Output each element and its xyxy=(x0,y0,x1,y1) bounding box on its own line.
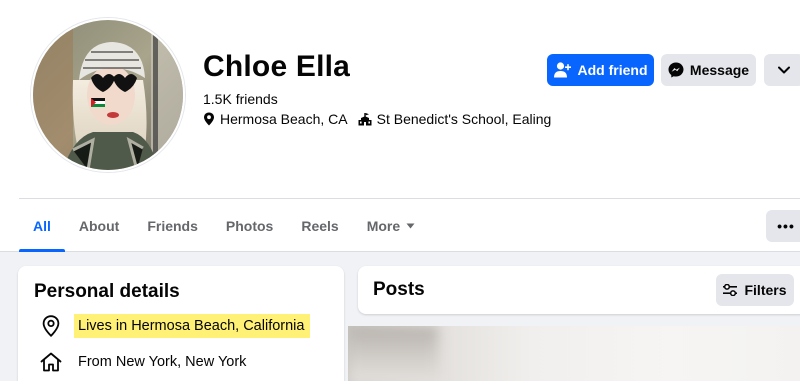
personal-details-title: Personal details xyxy=(34,281,180,302)
post-image-preview[interactable] xyxy=(348,326,800,381)
tab-friends[interactable]: Friends xyxy=(133,199,212,252)
caret-down-icon xyxy=(406,223,415,228)
filters-button[interactable]: Filters xyxy=(716,274,794,306)
location-pin-icon xyxy=(40,314,62,338)
school-item: St Benedict's School, Ealing xyxy=(358,111,552,127)
personal-details-card: Personal details Lives in Hermosa Beach,… xyxy=(18,266,344,381)
message-label: Message xyxy=(689,62,750,78)
posts-header-card: Posts Filters xyxy=(358,266,800,314)
profile-header: Chloe Ella 1.5K friends Hermosa Beach, C… xyxy=(0,0,800,252)
location-item: Hermosa Beach, CA xyxy=(203,111,348,127)
profile-tabs: All About Friends Photos Reels More xyxy=(19,199,429,252)
detail-text: Lives in Hermosa Beach, California xyxy=(74,314,311,338)
tab-label: Photos xyxy=(225,217,274,234)
filters-label: Filters xyxy=(744,282,787,298)
add-person-icon xyxy=(553,62,571,78)
detail-lives-in: Lives in Hermosa Beach, California xyxy=(40,314,311,338)
profile-meta: Hermosa Beach, CA St Benedict's School, … xyxy=(203,111,551,127)
location-pin-icon xyxy=(204,112,214,126)
messenger-icon xyxy=(668,62,684,78)
tab-label: More xyxy=(366,217,401,234)
avatar-image xyxy=(33,20,183,170)
tab-label: Friends xyxy=(147,217,198,234)
location-text: Hermosa Beach, CA xyxy=(220,111,348,127)
add-friend-button[interactable]: Add friend xyxy=(547,54,654,86)
tab-reels[interactable]: Reels xyxy=(287,199,352,252)
tab-about[interactable]: About xyxy=(65,199,133,252)
school-icon xyxy=(358,112,372,125)
chevron-down-icon xyxy=(778,66,790,74)
friends-count-link[interactable]: 1.5K friends xyxy=(203,91,278,107)
message-button[interactable]: Message xyxy=(661,54,756,86)
profile-name: Chloe Ella xyxy=(203,50,351,83)
home-icon xyxy=(40,350,62,374)
tab-more[interactable]: More xyxy=(353,199,429,252)
detail-from: From New York, New York xyxy=(40,350,246,374)
tab-label: All xyxy=(33,217,51,234)
add-friend-label: Add friend xyxy=(577,62,648,78)
detail-text: From New York, New York xyxy=(78,354,247,370)
tab-label: About xyxy=(78,217,120,234)
school-text: St Benedict's School, Ealing xyxy=(376,111,552,127)
tab-all[interactable]: All xyxy=(19,199,65,252)
profile-avatar[interactable] xyxy=(31,18,185,172)
tabs-overflow-button[interactable]: ••• xyxy=(766,210,800,242)
tab-photos[interactable]: Photos xyxy=(212,199,287,252)
sliders-icon xyxy=(723,284,738,296)
more-actions-button[interactable] xyxy=(764,54,800,86)
tab-label: Reels xyxy=(301,217,339,234)
posts-title: Posts xyxy=(373,279,425,300)
